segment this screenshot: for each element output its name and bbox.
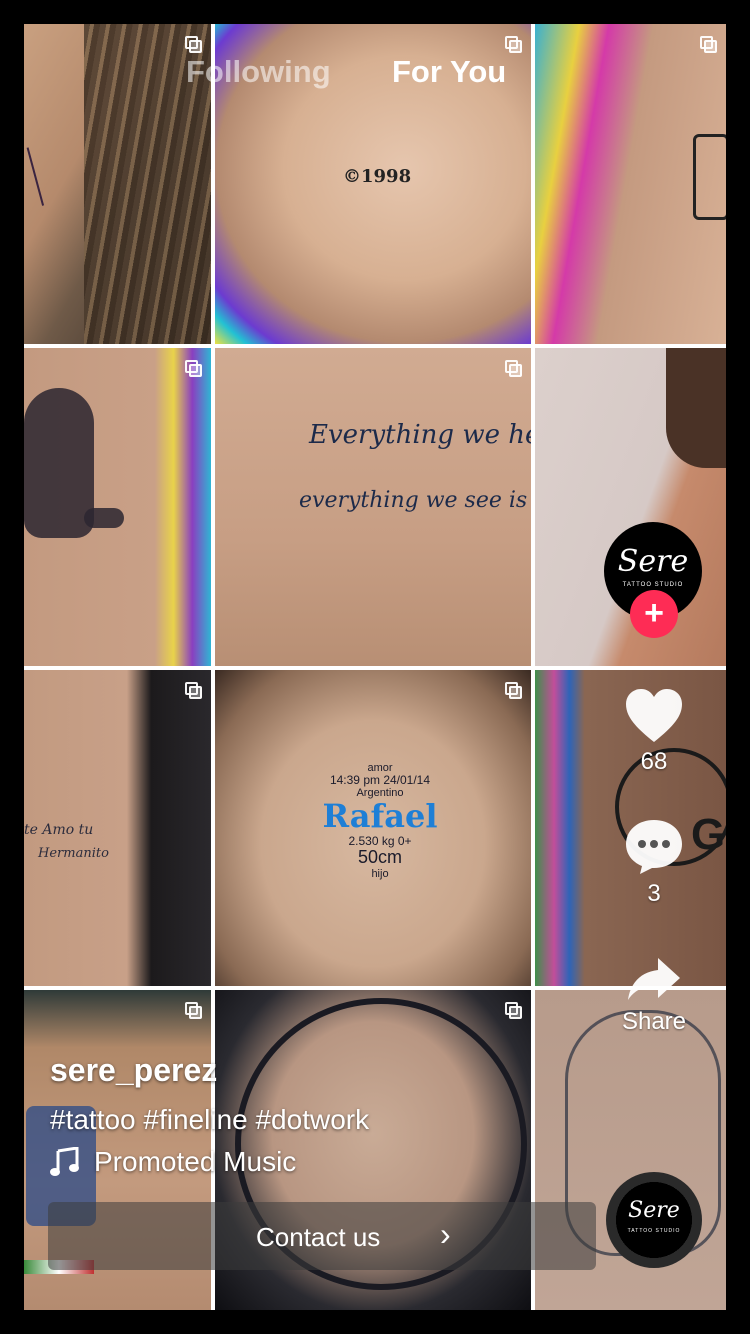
multi-photo-icon: [505, 682, 522, 699]
tab-following[interactable]: Following: [186, 54, 331, 90]
tattoo-script-te-amo: te Amo tu: [24, 822, 94, 838]
share-action[interactable]: Share: [604, 956, 704, 1036]
grid-tile-8[interactable]: amor 14:39 pm 24/01/14 Argentino Rafael …: [215, 670, 531, 986]
comment-count: 3: [647, 880, 661, 907]
contact-us-label: Contact us: [256, 1222, 381, 1252]
heart-icon: [626, 689, 682, 742]
comment-icon: [626, 820, 682, 874]
music-title: Promoted Music: [94, 1146, 297, 1177]
comment-action[interactable]: 3: [604, 818, 704, 908]
tattoo-script-hermanito: Hermanito: [38, 846, 109, 861]
avatar-logo-sub: TATTOO STUDIO: [622, 582, 684, 588]
tattoo-text-1998: ©1998: [343, 166, 412, 187]
multi-photo-icon: [505, 36, 522, 53]
like-action[interactable]: 68: [604, 688, 704, 776]
tattoo-script-line-1: Everything we hear: [309, 420, 531, 450]
tab-for-you[interactable]: For You: [392, 54, 506, 90]
share-arrow-icon: [628, 958, 680, 1000]
plus-icon: +: [644, 594, 664, 632]
multi-photo-icon: [185, 1002, 202, 1019]
grid-tile-7[interactable]: te Amo tu Hermanito: [24, 670, 211, 986]
music-note-icon: [50, 1147, 79, 1176]
grid-tile-5[interactable]: Everything we hear everything we see is …: [215, 348, 531, 666]
multi-photo-icon: [505, 360, 522, 377]
grid-tile-4[interactable]: [24, 348, 211, 666]
username[interactable]: sere_perez: [50, 1052, 217, 1089]
multi-photo-icon: [185, 360, 202, 377]
share-label: Share: [621, 1008, 687, 1035]
avatar-logo-text: Sere: [617, 544, 689, 579]
top-nav: Following For You: [0, 54, 750, 94]
hashtags[interactable]: #tattoo #fineline #dotwork: [50, 1104, 369, 1136]
multi-photo-icon: [185, 682, 202, 699]
multi-photo-icon: [505, 1002, 522, 1019]
multi-photo-icon: [700, 36, 717, 53]
music-row[interactable]: Promoted Music: [50, 1146, 296, 1178]
tattoo-birth-heart: amor 14:39 pm 24/01/14 Argentino Rafael …: [322, 762, 438, 880]
music-disc[interactable]: Sere TATTOO STUDIO: [606, 1172, 702, 1268]
chevron-right-icon: ›: [440, 1216, 451, 1252]
disc-logo-text: Sere: [628, 1198, 680, 1223]
follow-button[interactable]: +: [630, 590, 678, 638]
multi-photo-icon: [185, 36, 202, 53]
like-count: 68: [640, 748, 668, 775]
tattoo-script-line-2: everything we see is a: [299, 488, 531, 513]
disc-logo-sub: TATTOO STUDIO: [627, 1228, 681, 1234]
contact-us-button[interactable]: Contact us ›: [48, 1202, 596, 1270]
